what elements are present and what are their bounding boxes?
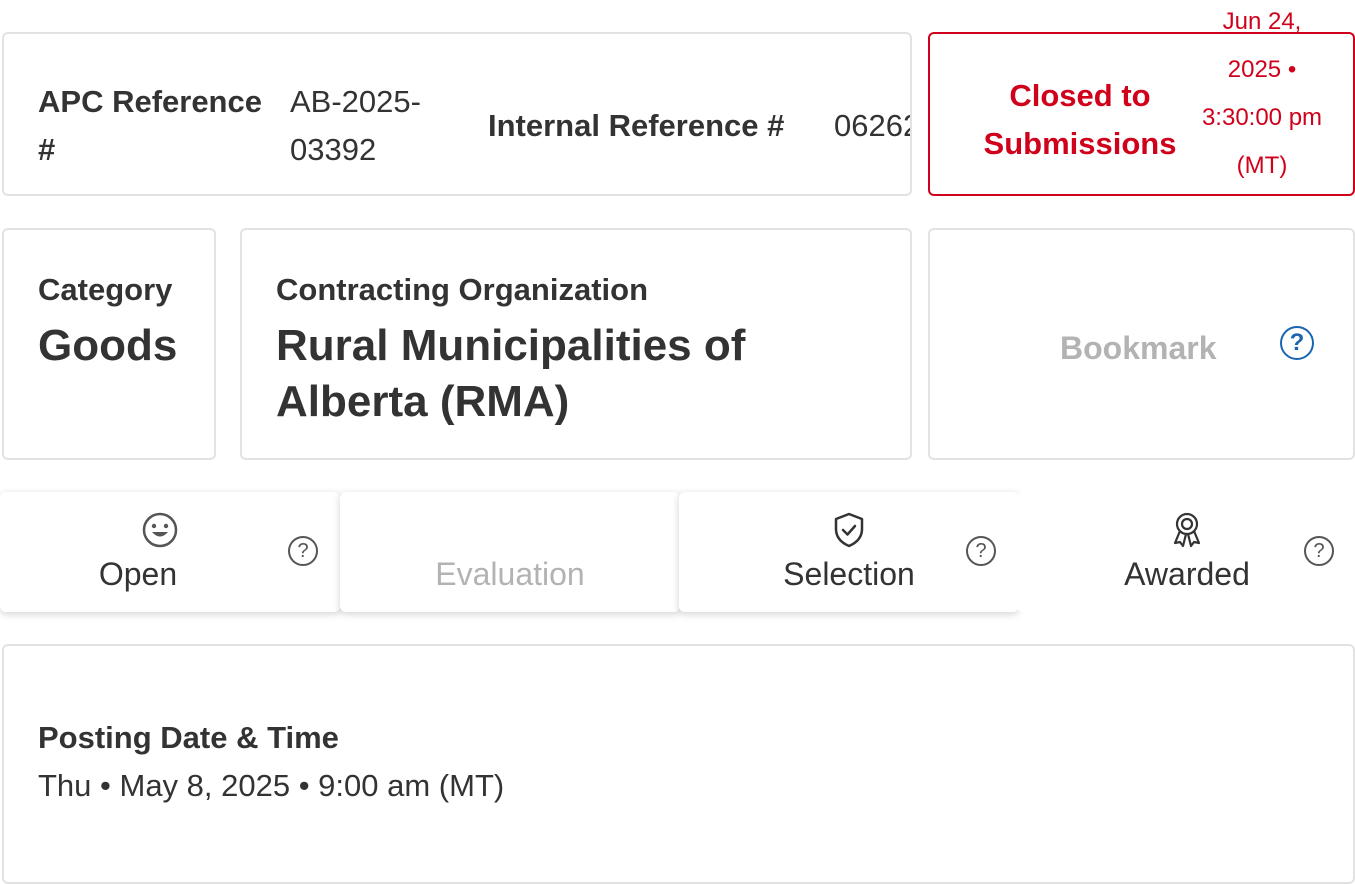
posting-date-label: Posting Date & Time: [38, 720, 339, 755]
award-ribbon-icon: [1173, 512, 1201, 548]
question-circle-icon[interactable]: ?: [1280, 326, 1314, 360]
apc-reference-label: APC Reference #: [38, 84, 262, 167]
submission-status: Closed to Submissions: [983, 78, 1177, 161]
category-value: Goods: [38, 321, 178, 370]
stage-awarded-label: Awarded: [1124, 556, 1250, 592]
stage-awarded: Awarded ?: [1017, 492, 1355, 612]
question-circle-icon[interactable]: ?: [966, 536, 996, 566]
stage-open: Open ?: [0, 492, 340, 612]
apc-reference-value: AB-2025-03392: [290, 84, 421, 167]
internal-reference-label: Internal Reference #: [488, 108, 785, 143]
category-label: Category: [38, 272, 173, 307]
bookmark-card[interactable]: Bookmark ?: [928, 228, 1355, 460]
stage-evaluation: Evaluation: [340, 492, 680, 612]
organization-label: Contracting Organization: [276, 272, 648, 307]
question-circle-icon[interactable]: ?: [1304, 536, 1334, 566]
posting-date-value: Thu • May 8, 2025 • 9:00 am (MT): [38, 768, 505, 803]
smiley-icon: [142, 512, 178, 548]
reference-card: APC Reference # AB-2025-03392 Internal R…: [2, 32, 912, 196]
stage-selection: Selection ?: [679, 492, 1019, 612]
category-card: Category Goods: [2, 228, 216, 460]
organization-card: Contracting Organization Rural Municipal…: [240, 228, 912, 460]
posting-card: Posting Date & Time Thu • May 8, 2025 • …: [2, 644, 1355, 884]
shield-check-icon: [834, 512, 864, 548]
status-card: Closed to Submissions Jun 24, 2025 • 3:3…: [928, 8, 1355, 196]
closing-datetime: Jun 24, 2025 • 3:30:00 pm (MT): [1201, 8, 1323, 179]
bookmark-button[interactable]: Bookmark: [1060, 324, 1217, 372]
organization-value: Rural Municipalities of Alberta (RMA): [276, 321, 746, 426]
internal-reference-value: 06262: [834, 108, 912, 143]
stage-open-label: Open: [98, 556, 178, 592]
stage-evaluation-label: Evaluation: [435, 556, 585, 592]
question-circle-icon[interactable]: ?: [288, 536, 318, 566]
